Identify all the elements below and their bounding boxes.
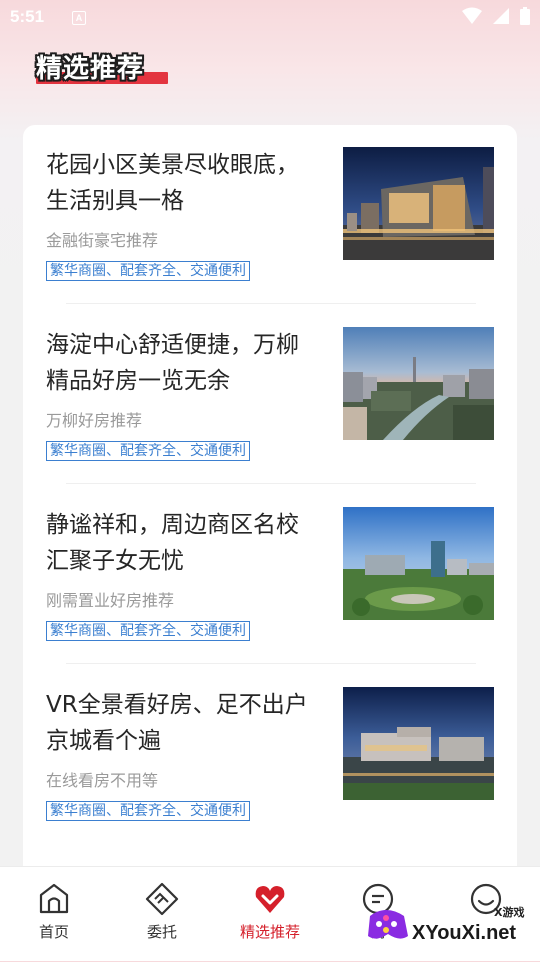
tab-label: 委托	[146, 923, 177, 941]
page-title: 精选推荐	[36, 54, 145, 84]
tab-featured[interactable]: 精选推荐	[216, 867, 324, 961]
list-item[interactable]: 海淀中心舒适便捷，万柳精品好房一览无余 万柳好房推荐 繁华商圈、配套齐全、交通便…	[23, 305, 517, 485]
item-title: 花园小区美景尽收眼底，生活别具一格	[46, 152, 299, 214]
mall-night-photo	[343, 147, 494, 260]
notification-icon: A	[72, 11, 86, 25]
tab-entrust[interactable]: 委托	[108, 867, 216, 961]
tab-home[interactable]: 首页	[0, 867, 108, 961]
item-tag: 繁华商圈、配套齐全、交通便利	[46, 801, 250, 821]
handshake-icon	[145, 882, 179, 916]
watermark-brand: XYouXi.net	[412, 922, 516, 944]
hotel-dusk-photo	[343, 687, 494, 800]
recommend-card: 花园小区美景尽收眼底，生活别具一格 金融街豪宅推荐 繁华商圈、配套齐全、交通便利	[23, 125, 517, 885]
item-subtitle: 在线看房不用等	[46, 771, 159, 790]
item-tag: 繁华商圈、配套齐全、交通便利	[46, 261, 250, 281]
item-title: VR全景看好房、足不出户京城看个遍	[46, 692, 308, 754]
item-subtitle: 万柳好房推荐	[46, 411, 143, 430]
item-tag: 繁华商圈、配套齐全、交通便利	[46, 441, 250, 461]
battery-icon	[520, 7, 530, 25]
wifi-icon	[462, 7, 482, 24]
list-item[interactable]: 静谧祥和，周边商区名校汇聚子女无忧 刚需置业好房推荐 繁华商圈、配套齐全、交通便…	[23, 485, 517, 665]
park-aerial-photo	[343, 507, 494, 620]
watermark-tag: X游戏	[494, 905, 524, 919]
item-title: 海淀中心舒适便捷，万柳精品好房一览无余	[46, 332, 299, 394]
watermark-logo: X游戏 XYouXi.net	[364, 902, 534, 958]
home-icon	[39, 883, 69, 914]
item-tag: 繁华商圈、配套齐全、交通便利	[46, 621, 250, 641]
status-bar: 5:51 A	[0, 0, 540, 36]
status-icons	[462, 7, 530, 25]
item-subtitle: 刚需置业好房推荐	[46, 591, 175, 610]
divider	[66, 483, 476, 484]
page-title-wrap: 精选推荐	[36, 48, 168, 85]
tab-label: 首页	[38, 923, 69, 941]
item-subtitle: 金融街豪宅推荐	[46, 231, 159, 250]
signal-icon	[493, 8, 509, 24]
divider	[66, 303, 476, 304]
city-river-photo	[343, 327, 494, 440]
list-item[interactable]: 花园小区美景尽收眼底，生活别具一格 金融街豪宅推荐 繁华商圈、配套齐全、交通便利	[23, 125, 517, 305]
tab-label: 精选推荐	[239, 923, 300, 941]
item-title: 静谧祥和，周边商区名校汇聚子女无忧	[46, 512, 299, 574]
list-item[interactable]: VR全景看好房、足不出户京城看个遍 在线看房不用等 繁华商圈、配套齐全、交通便利	[23, 665, 517, 845]
heart-chevron-icon	[255, 886, 285, 913]
status-time: 5:51	[10, 7, 45, 26]
divider	[66, 663, 476, 664]
